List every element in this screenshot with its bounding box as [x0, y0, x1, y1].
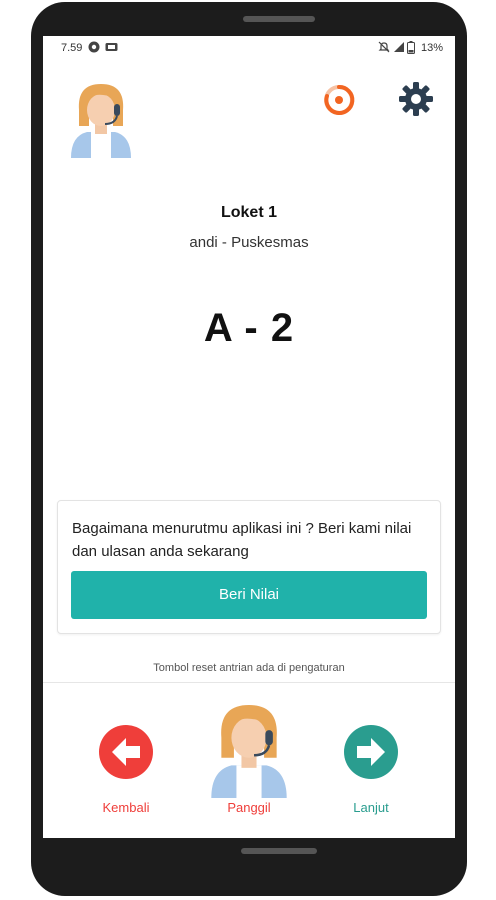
next-button[interactable] — [343, 724, 399, 780]
feedback-card: Bagaimana menurutmu aplikasi ini ? Beri … — [57, 500, 441, 634]
operator-avatar-icon — [65, 80, 137, 158]
app-screen: 7.59 13% Loket 1 andi - Puskesmas A - 2 … — [43, 36, 455, 838]
battery-icon — [407, 41, 415, 57]
counter-name: Loket 1 — [220, 204, 277, 221]
call-label[interactable]: Panggil — [199, 800, 299, 815]
timer-ring-icon[interactable] — [321, 82, 357, 118]
mute-icon — [378, 41, 390, 56]
battery-percent: 13% — [420, 42, 443, 54]
call-button[interactable] — [203, 700, 295, 798]
bottom-divider — [43, 682, 455, 683]
phone-home-bar — [241, 848, 317, 854]
phone-speaker — [243, 16, 315, 22]
arrow-right-icon — [344, 725, 398, 779]
status-bar: 7.59 13% — [43, 36, 455, 60]
status-time: 7.59 — [61, 42, 83, 54]
reset-hint: Tombol reset antrian ada di pengaturan — [153, 662, 345, 674]
rate-button[interactable]: Beri Nilai — [71, 571, 427, 619]
arrow-left-icon — [99, 725, 153, 779]
signal-icon — [393, 41, 405, 56]
back-label[interactable]: Kembali — [76, 800, 176, 815]
next-label[interactable]: Lanjut — [321, 800, 421, 815]
operator-call-icon — [211, 705, 287, 798]
app-notification-icon — [88, 41, 100, 56]
queue-number: A - 2 — [203, 306, 295, 350]
screenshot-icon — [105, 41, 118, 56]
operator-name: andi - Puskesmas — [189, 234, 309, 251]
feedback-text: Bagaimana menurutmu aplikasi ini ? Beri … — [72, 520, 412, 560]
gear-icon[interactable] — [397, 80, 435, 118]
back-button[interactable] — [98, 724, 154, 780]
